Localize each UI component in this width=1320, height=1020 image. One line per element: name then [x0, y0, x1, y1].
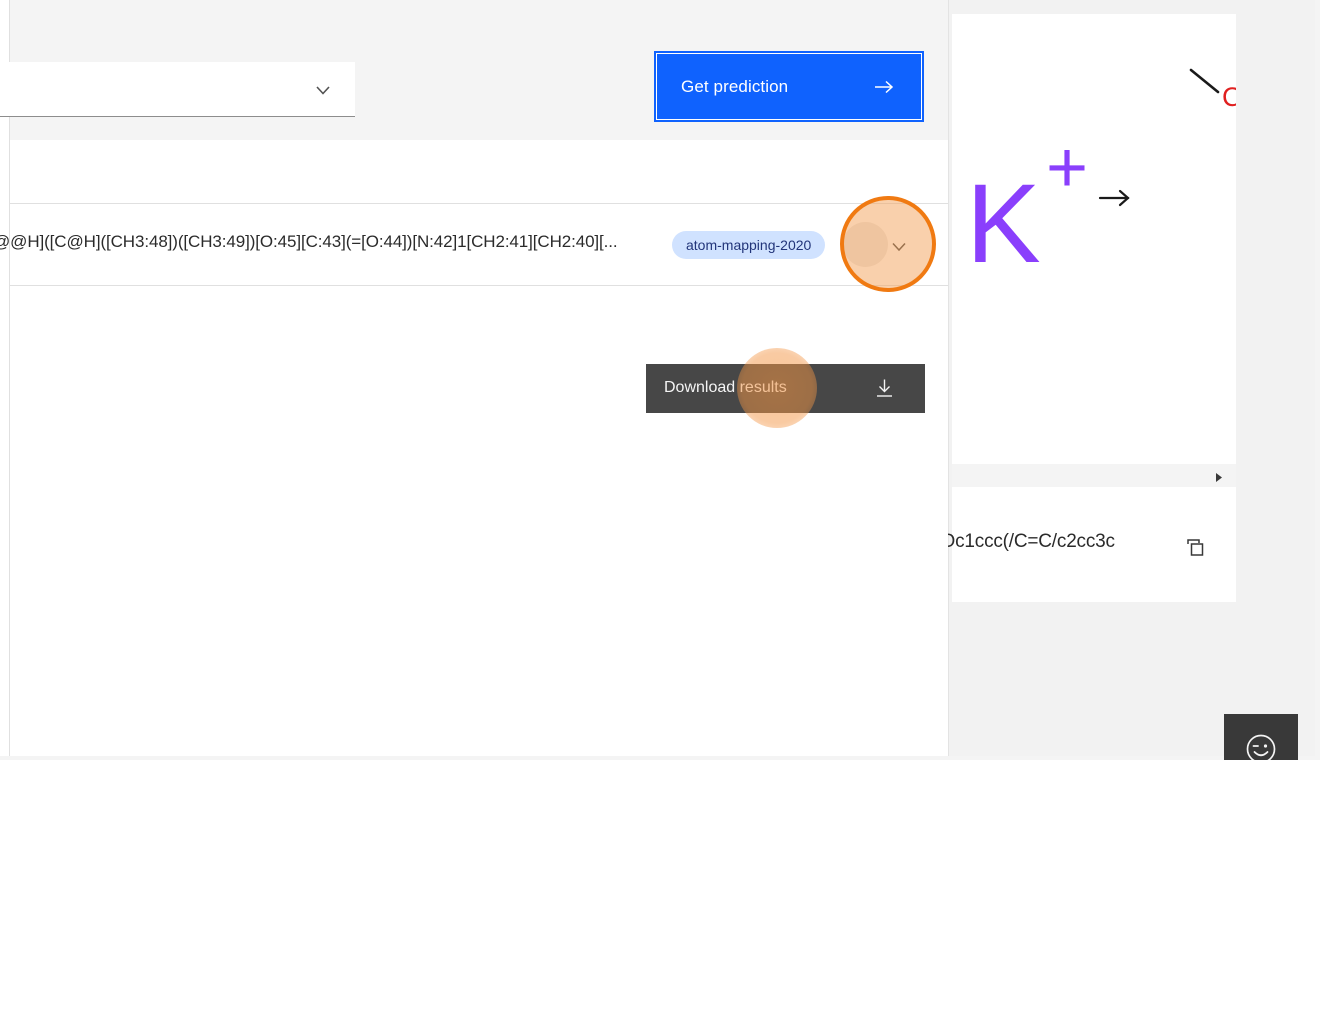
viewer-left-rule [948, 0, 949, 756]
molecule-render-card[interactable]: C K + [952, 14, 1236, 464]
svg-text:K: K [966, 161, 1041, 286]
chevron-down-icon [313, 80, 333, 100]
caret-right-icon[interactable] [1214, 470, 1224, 482]
molecule-structure-drawing: C K + [966, 68, 1236, 286]
molecule-viewer-panel: C K + COc1ccc(/C=C/c2cc3c [948, 0, 1315, 756]
svg-text:+: + [1046, 128, 1088, 208]
prediction-panel: Get prediction CC(C)(C)OC(=O)N1CC[C@@H](… [0, 0, 948, 756]
smiles-output-card: COc1ccc(/C=C/c2cc3c [948, 487, 1236, 602]
download-results-label: Download results [664, 379, 787, 396]
get-prediction-label: Get prediction [681, 77, 789, 96]
result-expand-button[interactable] [885, 232, 913, 260]
result-smiles-text: CC(C)(C)OC(=O)N1CC[C@@H]([C@H]([CH3:48])… [0, 232, 618, 251]
download-results-button[interactable]: Download results [646, 364, 925, 413]
application-window: Get prediction CC(C)(C)OC(=O)N1CC[C@@H](… [0, 0, 1320, 760]
table-row[interactable]: CC(C)(C)OC(=O)N1CC[C@@H]([C@H]([CH3:48])… [0, 204, 948, 285]
get-prediction-button[interactable]: Get prediction [654, 51, 924, 122]
svg-text:C: C [1222, 82, 1236, 112]
prediction-control-strip: Get prediction [0, 0, 948, 140]
result-divider-bottom [10, 285, 948, 286]
copy-button[interactable] [1182, 534, 1208, 560]
feedback-button[interactable] [1224, 714, 1298, 760]
model-select[interactable] [0, 62, 355, 117]
download-icon [874, 378, 895, 399]
smiles-output-text: COc1ccc(/C=C/c2cc3c [948, 531, 1115, 552]
status-badge: atom-mapping-2020 [672, 231, 826, 259]
smiley-wink-icon [1245, 733, 1277, 760]
horizontal-scrollbar[interactable] [952, 464, 1236, 487]
arrow-right-icon [873, 76, 895, 98]
